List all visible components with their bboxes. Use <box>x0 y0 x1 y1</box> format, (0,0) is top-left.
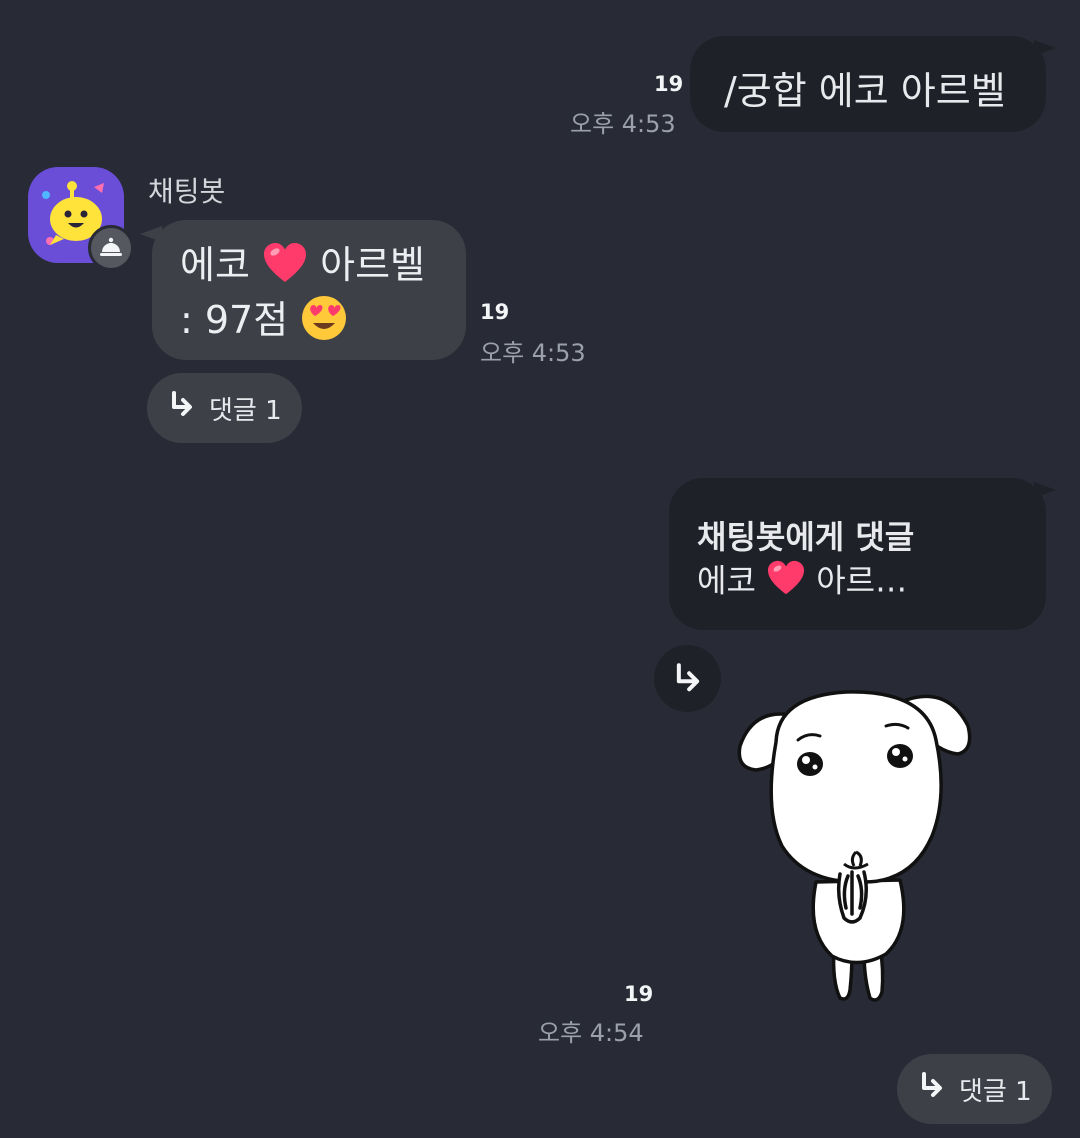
reply-preview-bubble[interactable]: 채팅봇에게 댓글 에코 아르… <box>669 478 1056 630</box>
bot-avatar[interactable] <box>28 167 134 271</box>
message-line-1: 에코 아르벨 <box>180 242 425 293</box>
message-text: : 97점 <box>180 298 289 342</box>
reply-arrow-icon <box>676 662 699 691</box>
timestamp: 오후 4:54 <box>538 1019 644 1047</box>
timestamp: 오후 4:53 <box>570 110 676 138</box>
reply-count-label: 댓글 1 <box>209 395 282 426</box>
message-text: /궁합 에코 아르벨 <box>724 69 1006 113</box>
message-line-2: : 97점 <box>180 294 348 351</box>
heart-emoji-icon <box>262 242 308 293</box>
reply-count-label: 댓글 1 <box>959 1076 1032 1107</box>
read-count: 19 <box>480 300 510 324</box>
heart-emoji-icon <box>766 560 806 605</box>
reply-thread-button[interactable]: 댓글 1 <box>897 1054 1052 1124</box>
reply-snippet: 에코 아르… <box>697 560 907 605</box>
reply-title: 채팅봇에게 댓글 <box>697 518 915 556</box>
message-text: 에코 <box>180 243 250 287</box>
outgoing-message-bubble[interactable]: /궁합 에코 아르벨 <box>690 36 1056 132</box>
reply-jump-button[interactable] <box>654 645 721 712</box>
bot-badge-icon <box>88 225 134 271</box>
reply-snippet-text: 에코 <box>697 561 756 600</box>
puppy-sticker[interactable] <box>736 686 972 1006</box>
reply-arrow-icon <box>919 1071 945 1107</box>
timestamp: 오후 4:53 <box>480 339 586 367</box>
reply-thread-button[interactable]: 댓글 1 <box>147 373 302 443</box>
read-count: 19 <box>654 72 684 96</box>
heart-eyes-emoji-icon <box>300 294 348 351</box>
sender-name: 채팅봇 <box>148 175 226 208</box>
reply-arrow-icon <box>169 390 195 426</box>
read-count: 19 <box>624 982 654 1006</box>
reply-snippet-text: 아르… <box>816 561 908 600</box>
message-text: 아르벨 <box>320 243 425 287</box>
incoming-message-bubble[interactable]: 에코 아르벨 : 97점 <box>140 220 466 360</box>
